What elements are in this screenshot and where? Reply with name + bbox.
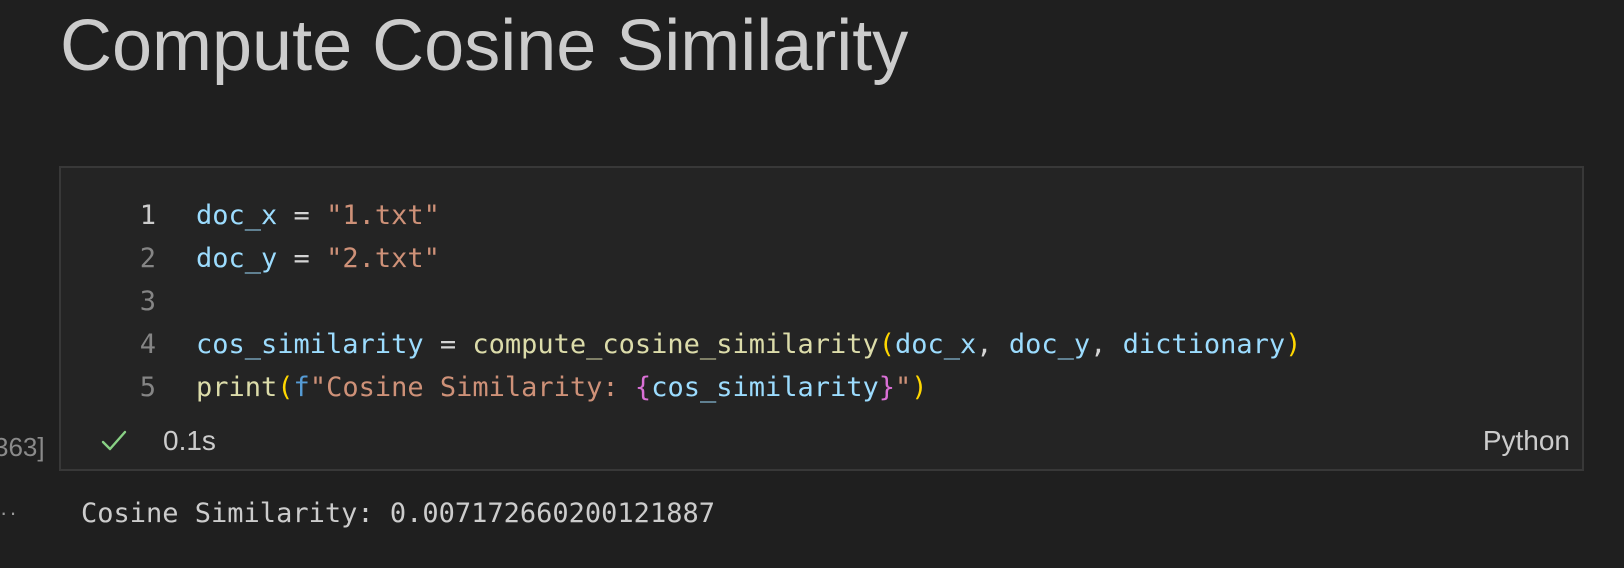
line-number: 3 bbox=[139, 286, 156, 317]
code-token: , bbox=[976, 329, 1009, 360]
line-number: 1 bbox=[139, 200, 156, 231]
code-line[interactable]: 3 bbox=[61, 280, 1582, 323]
code-token: cos_similarity bbox=[196, 329, 424, 360]
code-token: = bbox=[277, 200, 327, 231]
code-token: } bbox=[878, 372, 896, 403]
line-code[interactable]: doc_y = "2.txt" bbox=[196, 237, 440, 280]
line-code[interactable]: print(f"Cosine Similarity: {cos_similari… bbox=[196, 366, 928, 409]
line-code[interactable]: doc_x = "1.txt" bbox=[196, 194, 440, 237]
code-token: doc_x bbox=[895, 329, 977, 360]
code-token: , bbox=[1090, 329, 1123, 360]
code-token: " bbox=[895, 372, 912, 403]
line-number: 5 bbox=[139, 372, 156, 403]
code-line[interactable]: 1 doc_x = "1.txt" bbox=[61, 194, 1582, 237]
code-line[interactable]: 4 cos_similarity = compute_cosine_similar… bbox=[61, 323, 1582, 366]
code-token: = bbox=[423, 329, 473, 360]
code-token: = bbox=[277, 243, 327, 274]
code-token: "2.txt" bbox=[326, 243, 440, 274]
code-token: ( bbox=[878, 329, 896, 360]
cell-output: Cosine Similarity: 0.007172660200121887 bbox=[81, 498, 715, 529]
code-token: doc_x bbox=[196, 200, 278, 231]
code-token: f bbox=[293, 372, 310, 403]
code-token: ) bbox=[911, 372, 928, 403]
line-number: 2 bbox=[139, 243, 156, 274]
code-token: doc_y bbox=[1008, 329, 1091, 360]
execution-count: 363] bbox=[0, 432, 45, 462]
code-cell[interactable]: 1 doc_x = "1.txt" 2 doc_y = "2.txt" 3 4 cos_si… bbox=[59, 166, 1584, 471]
language-picker[interactable]: Python bbox=[1483, 421, 1570, 461]
code-token: "1.txt" bbox=[326, 200, 440, 231]
cell-status-bar: 0.1s Python bbox=[61, 421, 1582, 461]
line-number: 4 bbox=[139, 329, 156, 360]
notebook-heading: Compute Cosine Similarity bbox=[60, 6, 909, 86]
execution-time: 0.1s bbox=[163, 425, 216, 456]
code-editor[interactable]: 1 doc_x = "1.txt" 2 doc_y = "2.txt" 3 4 cos_si… bbox=[61, 194, 1582, 409]
check-icon bbox=[101, 430, 127, 451]
code-token: { bbox=[634, 372, 652, 403]
code-token: compute_cosine_similarity bbox=[472, 329, 879, 360]
code-token: cos_similarity bbox=[651, 372, 879, 403]
code-token: dictionary bbox=[1122, 329, 1286, 360]
code-line[interactable]: 2 doc_y = "2.txt" bbox=[61, 237, 1582, 280]
code-token: ( bbox=[277, 372, 294, 403]
code-token: print bbox=[196, 372, 278, 403]
code-token: doc_y bbox=[196, 243, 278, 274]
ellipsis-icon[interactable]: ·· bbox=[0, 493, 19, 533]
line-code[interactable]: cos_similarity = compute_cosine_similari… bbox=[196, 323, 1301, 366]
code-line[interactable]: 5 print(f"Cosine Similarity: {cos_similar… bbox=[61, 366, 1582, 409]
code-token: ) bbox=[1285, 329, 1302, 360]
code-token: "Cosine Similarity: bbox=[309, 372, 635, 403]
